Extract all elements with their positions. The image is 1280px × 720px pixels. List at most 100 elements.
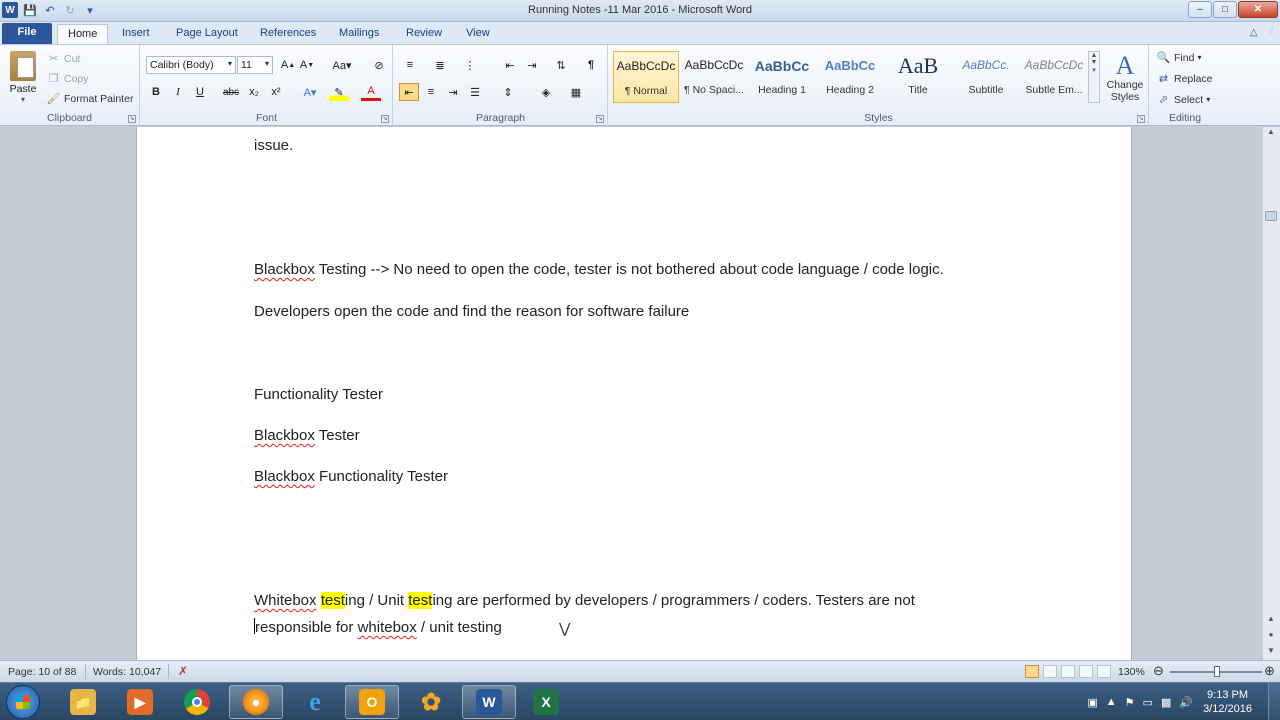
style-subtitle[interactable]: AaBbCc. Subtitle bbox=[953, 51, 1019, 103]
format-painter-button[interactable]: 🖌 Format Painter bbox=[46, 91, 134, 106]
doc-line-blackbox-tester[interactable]: Blackbox Tester bbox=[254, 427, 360, 444]
change-styles-button[interactable]: A Change Styles bbox=[1103, 53, 1147, 104]
underline-button[interactable]: U bbox=[190, 83, 210, 101]
taskbar-chrome[interactable] bbox=[170, 685, 224, 719]
proofing-errors-icon[interactable]: ✗ bbox=[178, 664, 188, 678]
copy-button[interactable]: ❐ Copy bbox=[46, 71, 89, 86]
shrink-font-icon[interactable]: A ▼ bbox=[297, 56, 317, 74]
align-left-icon[interactable]: ⇤ bbox=[399, 83, 419, 101]
style-subtle-emphasis[interactable]: AaBbCcDc Subtle Em... bbox=[1021, 51, 1087, 103]
minimize-ribbon-icon[interactable]: △ bbox=[1250, 27, 1258, 38]
clear-formatting-icon[interactable]: ⊘ bbox=[369, 56, 389, 74]
doc-line-whitebox-testing[interactable]: Whitebox testing / Unit testing are perf… bbox=[254, 592, 915, 609]
zoom-level[interactable]: 130% bbox=[1118, 666, 1145, 678]
change-case-icon[interactable]: Aa▾ bbox=[329, 56, 355, 74]
justify-icon[interactable]: ☰ bbox=[465, 83, 485, 101]
font-size-dropdown-icon[interactable]: ▾ bbox=[265, 59, 269, 71]
doc-line-blackbox-testing[interactable]: Blackbox Testing --> No need to open the… bbox=[254, 261, 944, 278]
spell-error-word[interactable]: Blackbox bbox=[254, 427, 315, 444]
styles-launcher-icon[interactable]: ↘ bbox=[1137, 115, 1145, 123]
taskbar-excel[interactable]: X bbox=[519, 685, 573, 719]
document-page[interactable]: issue. Blackbox Testing --> No need to o… bbox=[136, 127, 1132, 660]
highlight-color-icon[interactable]: ✎ bbox=[329, 83, 349, 101]
clipboard-launcher-icon[interactable]: ↘ bbox=[128, 115, 136, 123]
tab-references[interactable]: References bbox=[250, 24, 326, 44]
document-area[interactable]: issue. Blackbox Testing --> No need to o… bbox=[0, 127, 1262, 660]
outline-view-icon[interactable] bbox=[1079, 665, 1093, 678]
bold-button[interactable]: B bbox=[146, 83, 166, 101]
show-paragraph-marks-icon[interactable]: ¶ bbox=[581, 56, 601, 74]
style-heading-1[interactable]: AaBbCc Heading 1 bbox=[749, 51, 815, 103]
sort-icon[interactable]: ⇅ bbox=[551, 56, 571, 74]
scrollbar-thumb[interactable] bbox=[1265, 211, 1277, 221]
spell-error-word[interactable]: Blackbox bbox=[254, 261, 315, 278]
show-hidden-icons-icon[interactable]: ▲ bbox=[1106, 696, 1117, 709]
tab-mailings[interactable]: Mailings bbox=[329, 24, 389, 44]
line-spacing-icon[interactable]: ⇕ bbox=[498, 83, 518, 101]
text-effects-icon[interactable]: A▾ bbox=[300, 83, 320, 101]
borders-icon[interactable]: ▦ bbox=[566, 83, 586, 101]
action-center-flag-icon[interactable]: ⚑ bbox=[1125, 696, 1135, 709]
taskbar-firefox[interactable]: ● bbox=[229, 685, 283, 719]
tab-home[interactable]: Home bbox=[57, 24, 109, 44]
page-count[interactable]: Page: 10 of 88 bbox=[8, 666, 76, 678]
font-name-dropdown-icon[interactable]: ▾ bbox=[228, 59, 232, 71]
decrease-indent-icon[interactable]: ⇤ bbox=[500, 56, 520, 74]
replace-button[interactable]: ⇄ Replace bbox=[1156, 71, 1213, 86]
spell-error-word[interactable]: Whitebox bbox=[254, 592, 317, 609]
word-count[interactable]: Words: 10,047 bbox=[93, 666, 161, 678]
font-name-combo[interactable]: Calibri (Body) ▾ bbox=[146, 56, 236, 74]
style-no-spacing[interactable]: AaBbCcDc ¶ No Spaci... bbox=[681, 51, 747, 103]
network-icon[interactable]: ▩ bbox=[1161, 696, 1171, 709]
taskbar-internet-explorer[interactable]: e bbox=[288, 685, 342, 719]
paragraph-launcher-icon[interactable]: ↘ bbox=[596, 115, 604, 123]
taskbar-app[interactable]: ✿ bbox=[404, 685, 458, 719]
windows-flag-icon[interactable]: ▣ bbox=[1087, 696, 1097, 709]
clock[interactable]: 9:13 PM 3/12/2016 bbox=[1203, 688, 1252, 716]
tab-review[interactable]: Review bbox=[396, 24, 452, 44]
style-normal[interactable]: AaBbCcDc ¶ Normal bbox=[613, 51, 679, 103]
next-page-icon[interactable]: ▼ bbox=[1263, 646, 1279, 660]
shading-icon[interactable]: ◈ bbox=[536, 83, 556, 101]
font-color-icon[interactable]: A bbox=[361, 83, 381, 101]
superscript-button[interactable]: x² bbox=[266, 83, 286, 101]
zoom-in-icon[interactable]: ⊕ bbox=[1264, 663, 1275, 679]
increase-indent-icon[interactable]: ⇥ bbox=[522, 56, 542, 74]
doc-line-responsible[interactable]: responsible for whitebox / unit testing bbox=[254, 618, 502, 636]
align-right-icon[interactable]: ⇥ bbox=[443, 83, 463, 101]
styles-gallery-scroll[interactable]: ▲ ▼ ▾ bbox=[1088, 51, 1100, 103]
print-layout-view-icon[interactable] bbox=[1025, 665, 1039, 678]
display-icon[interactable]: ▭ bbox=[1143, 696, 1153, 709]
doc-line-blackbox-functionality-tester[interactable]: Blackbox Functionality Tester bbox=[254, 468, 448, 485]
taskbar-explorer[interactable]: 📁 bbox=[56, 685, 110, 719]
doc-line-issue[interactable]: issue. bbox=[254, 137, 293, 154]
minimize-button[interactable]: – bbox=[1188, 1, 1212, 18]
taskbar-media-player[interactable]: ▶ bbox=[113, 685, 167, 719]
show-desktop-button[interactable] bbox=[1268, 683, 1280, 720]
grow-font-icon[interactable]: A ▲ bbox=[278, 56, 298, 74]
align-center-icon[interactable]: ≡ bbox=[421, 83, 441, 101]
font-size-combo[interactable]: 11 ▾ bbox=[237, 56, 273, 74]
web-layout-view-icon[interactable] bbox=[1061, 665, 1075, 678]
doc-line-developers[interactable]: Developers open the code and find the re… bbox=[254, 303, 689, 320]
close-button[interactable]: ✕ bbox=[1238, 1, 1278, 18]
scroll-up-icon[interactable]: ▲ bbox=[1263, 127, 1279, 141]
tab-insert[interactable]: Insert bbox=[112, 24, 160, 44]
paste-button[interactable]: Paste ▾ bbox=[6, 51, 40, 104]
vertical-scrollbar[interactable]: ▲ ▲ ● ▼ bbox=[1262, 127, 1280, 660]
help-icon[interactable]: ❔ bbox=[1264, 27, 1276, 38]
prev-page-icon[interactable]: ▲ bbox=[1263, 614, 1279, 628]
font-launcher-icon[interactable]: ↘ bbox=[381, 115, 389, 123]
bullets-icon[interactable]: ≡ bbox=[400, 56, 420, 74]
multilevel-list-icon[interactable]: ⋮ bbox=[460, 56, 480, 74]
full-screen-reading-view-icon[interactable] bbox=[1043, 665, 1057, 678]
browse-object-icon[interactable]: ● bbox=[1263, 630, 1279, 644]
doc-line-functionality-tester[interactable]: Functionality Tester bbox=[254, 386, 383, 403]
numbering-icon[interactable]: ≣ bbox=[430, 56, 450, 74]
zoom-out-icon[interactable]: ⊖ bbox=[1153, 663, 1164, 679]
paste-dropdown-icon[interactable]: ▾ bbox=[6, 95, 40, 104]
spell-error-word[interactable]: whitebox bbox=[358, 619, 417, 636]
spell-error-word[interactable]: Blackbox bbox=[254, 468, 315, 485]
draft-view-icon[interactable] bbox=[1097, 665, 1111, 678]
taskbar-word[interactable]: W bbox=[462, 685, 516, 719]
